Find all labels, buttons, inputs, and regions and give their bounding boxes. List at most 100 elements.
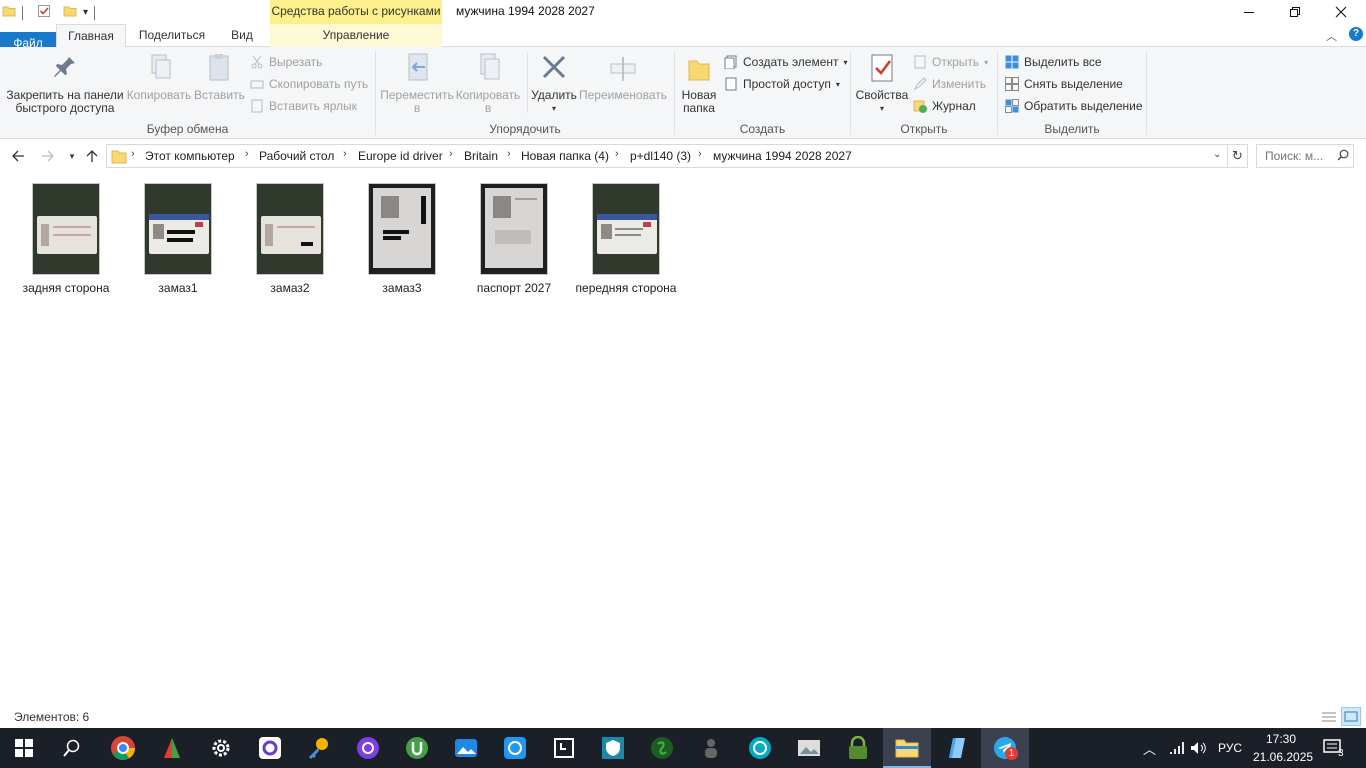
breadcrumb-desktop[interactable]: Рабочий стол xyxy=(259,149,334,163)
telegram-icon[interactable]: 1 xyxy=(981,728,1029,768)
tab-manage[interactable]: Управление xyxy=(270,24,442,47)
invert-selection-button[interactable]: Обратить выделение xyxy=(1005,96,1143,116)
start-icon[interactable] xyxy=(0,728,48,768)
lock-icon[interactable] xyxy=(834,728,882,768)
vpn-icon[interactable] xyxy=(736,728,784,768)
minimize-button[interactable] xyxy=(1226,0,1272,24)
copy-path-button[interactable]: Скопировать путь xyxy=(250,74,368,94)
rename-button[interactable]: Переименовать xyxy=(578,51,668,102)
chrome-icon[interactable] xyxy=(99,728,147,768)
app-icon[interactable] xyxy=(246,728,294,768)
photos-icon[interactable] xyxy=(442,728,490,768)
recent-locations-button[interactable]: ▾ xyxy=(62,146,82,166)
tab-view[interactable]: Вид xyxy=(222,24,262,47)
file-item[interactable]: паспорт 2027 xyxy=(460,180,568,296)
search-icon[interactable] xyxy=(1337,149,1349,164)
card-front-thumbnail xyxy=(144,183,212,275)
image-viewer-icon[interactable] xyxy=(785,728,833,768)
breadcrumb-britain[interactable]: Britain xyxy=(464,149,498,163)
search-input[interactable] xyxy=(1257,145,1333,167)
breadcrumb-chevron-icon[interactable]: › xyxy=(698,148,702,160)
move-to-button[interactable]: Переместить в xyxy=(380,51,454,115)
pin-quick-access-button[interactable]: Закрепить на панели быстрого доступа xyxy=(4,51,126,115)
open-button[interactable]: Открыть ▾ xyxy=(913,52,988,72)
language-indicator[interactable]: РУС xyxy=(1218,741,1242,755)
tab-home[interactable]: Главная xyxy=(56,24,126,48)
properties-dropdown-icon[interactable]: ▾ xyxy=(854,102,910,115)
history-button[interactable]: Журнал xyxy=(913,96,976,116)
paste-button[interactable]: Вставить xyxy=(194,51,245,102)
open-label: Открыть xyxy=(932,55,980,69)
new-item-button[interactable]: Создать элемент ▾ xyxy=(724,52,848,72)
delete-button[interactable]: Удалить ▾ xyxy=(530,51,578,115)
breadcrumb-p-dl140[interactable]: p+dl140 (3) xyxy=(630,149,691,163)
delete-dropdown-icon[interactable]: ▾ xyxy=(530,102,578,115)
shield-icon[interactable] xyxy=(589,728,637,768)
easy-access-button[interactable]: Простой доступ ▾ xyxy=(724,74,840,94)
breadcrumb-chevron-icon[interactable]: › xyxy=(507,148,511,160)
new-folder-button[interactable]: Новая папка xyxy=(678,51,720,115)
key-app-icon[interactable] xyxy=(295,728,343,768)
address-history-dropdown-icon[interactable]: ⌄ xyxy=(1213,149,1221,160)
paste-shortcut-button[interactable]: Вставить ярлык xyxy=(250,96,357,116)
help-icon[interactable]: ? xyxy=(1349,27,1363,41)
breadcrumb-chevron-icon[interactable]: › xyxy=(615,148,619,160)
breadcrumb-chevron-icon[interactable]: › xyxy=(131,148,135,160)
clock-time[interactable]: 17:30 xyxy=(1266,732,1296,746)
breadcrumb-chevron-icon[interactable]: › xyxy=(245,148,249,160)
forward-button[interactable] xyxy=(38,146,58,166)
edit-button[interactable]: Изменить xyxy=(913,74,986,94)
app-icon[interactable] xyxy=(687,728,735,768)
up-button[interactable] xyxy=(82,146,102,166)
file-item[interactable]: задняя сторона xyxy=(12,180,120,296)
file-explorer-icon[interactable] xyxy=(883,728,931,768)
app-icon[interactable] xyxy=(148,728,196,768)
breadcrumb-new-folder-4[interactable]: Новая папка (4) xyxy=(521,149,609,163)
breadcrumb-chevron-icon[interactable]: › xyxy=(343,148,347,160)
back-button[interactable] xyxy=(8,146,28,166)
notepad-icon[interactable] xyxy=(932,728,980,768)
folder-icon[interactable] xyxy=(2,4,16,21)
file-item[interactable]: замаз2 xyxy=(236,180,344,296)
cut-button[interactable]: Вырезать xyxy=(250,52,322,72)
breadcrumb-europe-id-driver[interactable]: Europe id driver xyxy=(358,149,443,163)
file-item[interactable]: замаз3 xyxy=(348,180,456,296)
properties-button[interactable]: Свойства ▾ xyxy=(854,51,910,115)
copy-button[interactable]: Копировать xyxy=(126,51,192,102)
customize-qat-icon[interactable]: ▾ xyxy=(83,7,88,18)
search-icon[interactable] xyxy=(48,728,96,768)
details-view-icon[interactable] xyxy=(1320,709,1338,728)
app-icon[interactable] xyxy=(638,728,686,768)
show-hidden-icons-icon[interactable]: ︿ xyxy=(1143,739,1156,758)
file-list: задняя сторона замаз1 замаз2 замаз3 пасп… xyxy=(0,172,1366,706)
select-all-button[interactable]: Выделить все xyxy=(1005,52,1102,72)
network-icon[interactable] xyxy=(1168,740,1184,759)
copy-to-button[interactable]: Копировать в xyxy=(454,51,522,115)
large-icons-view-icon[interactable] xyxy=(1341,707,1361,726)
browser-icon[interactable] xyxy=(344,728,392,768)
file-item[interactable]: передняя сторона xyxy=(572,180,680,296)
collapse-ribbon-icon[interactable]: ︿ xyxy=(1326,28,1337,44)
select-none-button[interactable]: Снять выделение xyxy=(1005,74,1123,94)
properties-icon[interactable] xyxy=(37,4,51,21)
close-button[interactable] xyxy=(1318,0,1364,24)
tab-share[interactable]: Поделиться xyxy=(130,24,214,47)
volume-icon[interactable] xyxy=(1190,740,1208,759)
app-icon[interactable] xyxy=(540,728,588,768)
sync-icon[interactable] xyxy=(491,728,539,768)
new-folder-icon[interactable] xyxy=(63,4,77,21)
new-item-icon xyxy=(724,55,738,70)
address-bar[interactable]: › Этот компьютер › Рабочий стол › Europe… xyxy=(106,144,1228,168)
maximize-button[interactable] xyxy=(1272,0,1318,24)
refresh-button[interactable]: ↻ xyxy=(1228,144,1248,168)
settings-icon[interactable] xyxy=(197,728,245,768)
file-item[interactable]: замаз1 xyxy=(124,180,232,296)
file-name: паспорт 2027 xyxy=(476,281,552,295)
breadcrumb-chevron-icon[interactable]: › xyxy=(449,148,453,160)
breadcrumb-this-pc[interactable]: Этот компьютер xyxy=(145,149,235,163)
card-front-thumbnail xyxy=(592,183,660,275)
clock-date[interactable]: 21.06.2025 xyxy=(1253,750,1313,764)
utorrent-icon[interactable] xyxy=(393,728,441,768)
breadcrumb-current-folder[interactable]: мужчина 1994 2028 2027 xyxy=(713,149,852,163)
search-box[interactable] xyxy=(1256,144,1354,168)
